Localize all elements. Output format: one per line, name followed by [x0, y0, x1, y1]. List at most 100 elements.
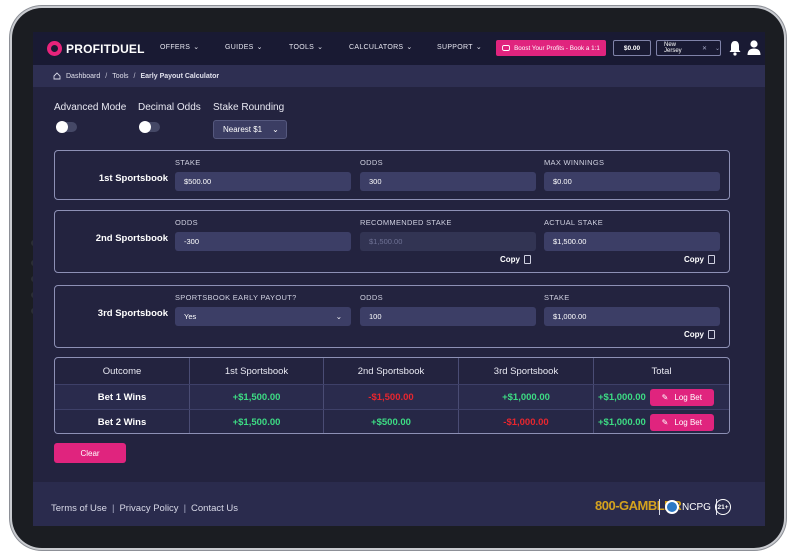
max-winnings-label: MAX WINNINGS	[544, 158, 605, 167]
odds-input[interactable]: 100	[360, 307, 536, 326]
sb1-cell: +$1,500.00	[190, 410, 324, 433]
divider	[659, 499, 660, 515]
sb2-cell: +$500.00	[324, 410, 459, 433]
ncpg-logo: NCPG	[657, 499, 719, 515]
sportsbook-3-title: 3rd Sportsbook	[97, 308, 168, 319]
footer-link-contact[interactable]: Contact Us	[191, 503, 238, 514]
log-bet-button[interactable]: ✎ Log Bet	[649, 388, 714, 406]
breadcrumb-separator: /	[133, 72, 136, 80]
ncpg-icon	[665, 500, 679, 514]
sportsbook-2-title: 2nd Sportsbook	[95, 233, 168, 244]
total-value: +$1,000.00	[598, 391, 646, 403]
odds-label: ODDS	[360, 158, 383, 167]
chevron-down-icon: ⌄	[193, 44, 200, 51]
nav-support[interactable]: SUPPORT ⌄	[437, 43, 482, 52]
copy-icon	[708, 330, 715, 339]
user-icon[interactable]	[747, 39, 761, 55]
early-payout-select[interactable]: Yes ⌄	[175, 307, 351, 326]
odds-label: ODDS	[360, 293, 383, 302]
header-total: Total	[651, 365, 672, 377]
state-select[interactable]: New Jersey ✕ ⌄	[656, 40, 721, 56]
stake-rounding-value: Nearest $1	[223, 125, 263, 134]
advanced-mode-label: Advanced Mode	[54, 102, 127, 113]
copy-actual-button[interactable]: Copy	[684, 255, 715, 264]
boost-profits-button[interactable]: Boost Your Profits - Book a 1:1	[496, 40, 606, 56]
top-navbar: PROFITDUEL OFFERS ⌄ GUIDES ⌄ TOOLS ⌄ CAL…	[33, 32, 765, 65]
footer-links: Terms of Use | Privacy Policy | Contact …	[51, 503, 238, 514]
chat-icon	[502, 44, 511, 51]
total-cell: +$1,000.00 ✎ Log Bet	[594, 385, 729, 409]
logo[interactable]: PROFITDUEL	[47, 41, 145, 56]
nav-label: SUPPORT	[437, 43, 473, 51]
odds-input[interactable]: 300	[360, 172, 536, 191]
copy-label: Copy	[684, 255, 704, 264]
balance-display[interactable]: $0.00	[613, 40, 651, 56]
actual-stake-label: ACTUAL STAKE	[544, 218, 604, 227]
copy-recommended-button[interactable]: Copy	[500, 255, 531, 264]
clear-button[interactable]: Clear	[54, 443, 126, 463]
footer-link-privacy[interactable]: Privacy Policy	[119, 503, 178, 514]
sb1-cell: +$1,500.00	[190, 385, 324, 409]
header-sportsbook-2: 2nd Sportsbook	[324, 358, 459, 384]
nav-offers[interactable]: OFFERS ⌄	[160, 43, 200, 52]
results-table: Outcome 1st Sportsbook 2nd Sportsbook 3r…	[54, 357, 730, 434]
close-icon[interactable]: ✕	[702, 45, 707, 52]
recommended-stake-label: RECOMMENDED STAKE	[360, 218, 452, 227]
copy-icon	[708, 255, 715, 264]
logo-icon	[47, 41, 62, 56]
chevron-down-icon: ⌄	[714, 45, 720, 52]
screen: PROFITDUEL OFFERS ⌄ GUIDES ⌄ TOOLS ⌄ CAL…	[33, 32, 765, 526]
log-bet-label: Log Bet	[674, 392, 702, 402]
header-sportsbook-1: 1st Sportsbook	[190, 358, 324, 384]
odds-input[interactable]: -300	[175, 232, 351, 251]
sportsbook-1-card: 1st Sportsbook STAKE $500.00 ODDS 300 MA…	[54, 150, 730, 200]
nav-tools[interactable]: TOOLS ⌄	[289, 43, 323, 52]
copy-label: Copy	[684, 330, 704, 339]
chevron-down-icon: ⌄	[406, 44, 413, 51]
footer: Terms of Use | Privacy Policy | Contact …	[33, 482, 765, 526]
footer-link-terms[interactable]: Terms of Use	[51, 503, 107, 514]
stake-rounding-label: Stake Rounding	[213, 102, 285, 113]
log-bet-button[interactable]: ✎ Log Bet	[649, 413, 714, 431]
copy-stake-button[interactable]: Copy	[684, 330, 715, 339]
nav-guides[interactable]: GUIDES ⌄	[225, 43, 263, 52]
decimal-odds-toggle[interactable]	[139, 121, 160, 133]
total-cell: +$1,000.00 ✎ Log Bet	[594, 410, 729, 433]
table-header-row: Outcome 1st Sportsbook 2nd Sportsbook 3r…	[55, 358, 729, 384]
stake-rounding-select[interactable]: Nearest $1 ⌄	[213, 120, 287, 139]
bell-icon[interactable]	[728, 40, 742, 56]
sb3-cell: +$1,000.00	[459, 385, 594, 409]
max-winnings-input[interactable]: $0.00	[544, 172, 720, 191]
sb2-cell: -$1,500.00	[324, 385, 459, 409]
advanced-mode-toggle[interactable]	[56, 121, 77, 133]
pencil-icon: ✎	[661, 417, 669, 427]
outcome-cell: Bet 2 Wins	[55, 410, 190, 433]
home-icon[interactable]	[53, 72, 61, 80]
table-row: Bet 1 Wins +$1,500.00 -$1,500.00 +$1,000…	[55, 384, 729, 409]
stake-label: STAKE	[544, 293, 570, 302]
footer-separator: |	[111, 503, 115, 514]
state-value: New Jersey	[664, 42, 682, 54]
header-sportsbook-3: 3rd Sportsbook	[459, 358, 594, 384]
chevron-down-icon: ⌄	[475, 44, 482, 51]
recommended-stake-input: $1,500.00	[360, 232, 536, 251]
sportsbook-1-title: 1st Sportsbook	[98, 173, 168, 184]
total-value: +$1,000.00	[598, 416, 646, 428]
pencil-icon: ✎	[661, 392, 669, 402]
breadcrumb-tools[interactable]: Tools	[112, 73, 128, 80]
nav-label: TOOLS	[289, 43, 315, 51]
footer-separator: |	[183, 503, 187, 514]
stake-label: STAKE	[175, 158, 201, 167]
stake-input[interactable]: $1,000.00	[544, 307, 720, 326]
table-row: Bet 2 Wins +$1,500.00 +$500.00 -$1,000.0…	[55, 409, 729, 433]
nav-calculators[interactable]: CALCULATORS ⌄	[349, 43, 413, 52]
ncpg-text: NCPG	[682, 501, 711, 513]
sb3-cell: -$1,000.00	[459, 410, 594, 433]
copy-icon	[524, 255, 531, 264]
breadcrumb-dashboard[interactable]: Dashboard	[66, 73, 100, 80]
early-payout-label: SPORTSBOOK EARLY PAYOUT?	[175, 293, 297, 302]
actual-stake-input[interactable]: $1,500.00	[544, 232, 720, 251]
early-payout-value: Yes	[184, 312, 197, 321]
stake-input[interactable]: $500.00	[175, 172, 351, 191]
header-outcome: Outcome	[55, 358, 190, 384]
